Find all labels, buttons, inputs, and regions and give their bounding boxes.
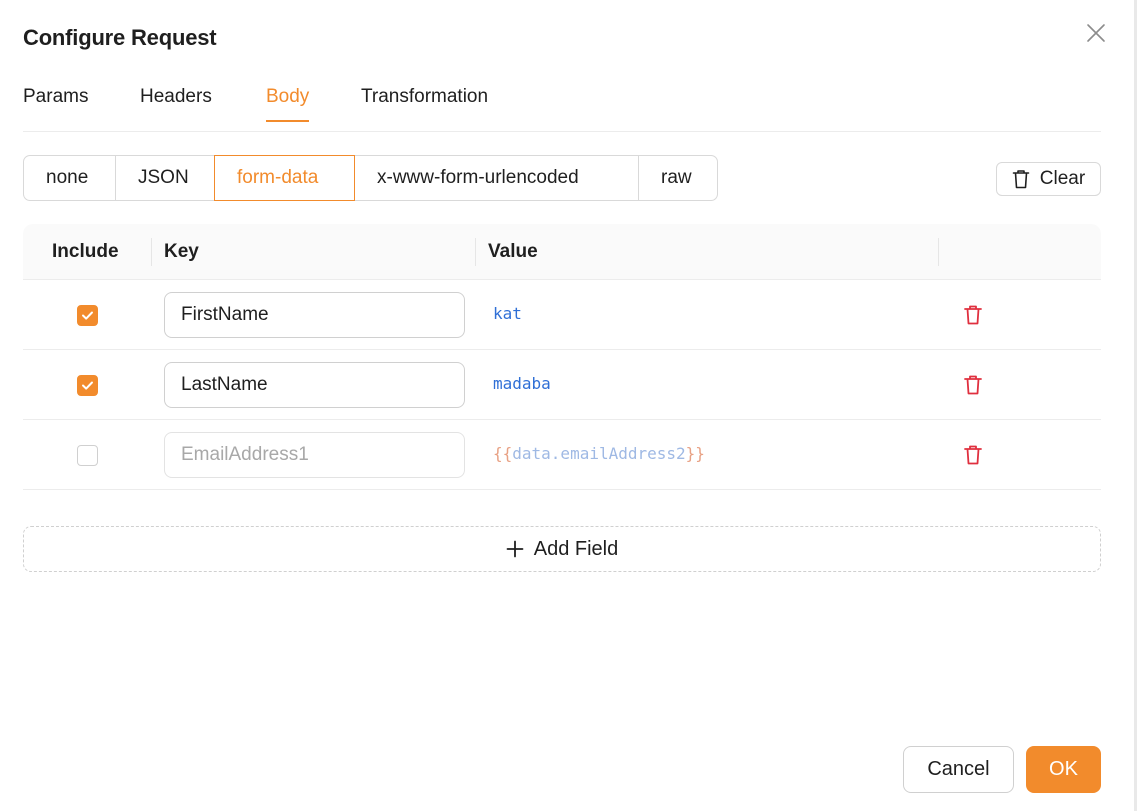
value-text[interactable]: kat [493,304,522,323]
value-text[interactable]: madaba [493,374,551,393]
trash-icon [1012,170,1030,189]
template-brace-close: }} [685,444,705,463]
add-field-label: Add Field [533,537,619,560]
value-template[interactable]: {{data.emailAddress2}} [493,444,705,463]
tab-body[interactable]: Body [266,86,310,122]
tab-transformation[interactable]: Transformation [361,86,488,120]
column-divider [475,238,476,266]
body-type-json[interactable]: JSON [115,155,215,201]
body-type-selector: none JSON form-data x-www-form-urlencode… [23,155,718,201]
table-row: EmailAddress1 {{data.emailAddress2}} [23,420,1101,490]
dialog-title: Configure Request [23,25,217,50]
add-field-button[interactable]: Add Field [23,526,1101,572]
configure-request-dialog: Configure Request Params Headers Body Tr… [0,0,1137,811]
body-type-none[interactable]: none [23,155,116,201]
clear-button[interactable]: Clear [996,162,1101,196]
table-header: Include Key Value [23,224,1101,280]
column-key: Key [164,241,199,262]
request-tabs: Params Headers Body Transformation [23,86,1101,132]
delete-icon[interactable] [963,444,983,466]
tab-headers[interactable]: Headers [140,86,212,120]
include-checkbox[interactable] [77,305,98,326]
delete-icon[interactable] [963,304,983,326]
column-include: Include [52,241,119,262]
include-checkbox[interactable] [77,375,98,396]
include-checkbox[interactable] [77,445,98,466]
clear-button-label: Clear [1039,168,1086,189]
delete-icon[interactable] [963,374,983,396]
column-divider [938,238,939,266]
body-type-raw[interactable]: raw [638,155,718,201]
template-brace-open: {{ [493,444,513,463]
table-row: LastName madaba [23,350,1101,420]
value-text: data.emailAddress2 [512,444,686,463]
table-row: FirstName kat [23,280,1101,350]
cancel-button[interactable]: Cancel [903,746,1014,793]
tab-params[interactable]: Params [23,86,88,120]
key-input[interactable]: EmailAddress1 [164,432,465,478]
ok-button[interactable]: OK [1026,746,1101,793]
column-divider [151,238,152,266]
body-type-form-data[interactable]: form-data [214,155,355,201]
close-icon[interactable] [1084,21,1108,45]
form-data-table: Include Key Value FirstName kat LastName… [23,224,1101,490]
plus-icon [506,540,524,558]
body-type-x-www-form-urlencoded[interactable]: x-www-form-urlencoded [354,155,639,201]
key-input[interactable]: FirstName [164,292,465,338]
column-value: Value [488,241,538,262]
key-input[interactable]: LastName [164,362,465,408]
